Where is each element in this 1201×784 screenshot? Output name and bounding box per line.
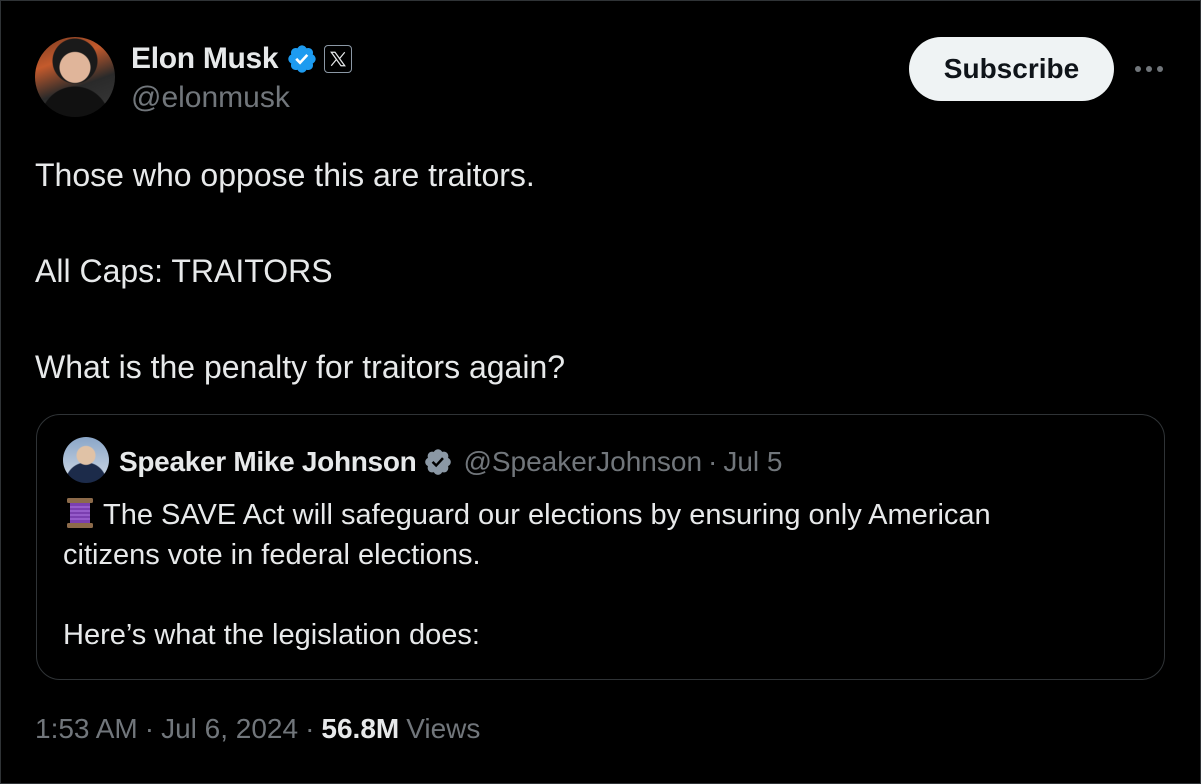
views-label: Views (406, 713, 481, 744)
quoted-tweet-text: The SAVE Act will safeguard our election… (63, 495, 1123, 655)
tweet-meta: 1:53 AM · Jul 6, 2024 · 56.8M Views (35, 713, 480, 745)
tweet-card: Elon Musk @elonmusk Subscribe Those who … (0, 0, 1201, 784)
author-handle[interactable]: @elonmusk (131, 81, 290, 115)
tweet-line: Those who oppose this are traitors. (35, 157, 535, 193)
author-display-name[interactable]: Elon Musk (131, 42, 279, 76)
thread-spool-icon (67, 498, 93, 528)
tweet-line: What is the penalty for traitors again? (35, 349, 566, 385)
x-logo-icon[interactable] (324, 45, 353, 73)
verified-badge-icon (425, 449, 452, 475)
views-count[interactable]: 56.8M (321, 713, 399, 745)
quoted-tweet-line: The SAVE Act will safeguard our election… (103, 499, 991, 531)
tweet-text: Those who oppose this are traitors. All … (35, 151, 1165, 391)
separator-dot: · (144, 713, 155, 744)
quoted-tweet-line: Here’s what the legislation does: (63, 619, 480, 651)
quoted-author-display-name: Speaker Mike Johnson (119, 446, 417, 477)
quoted-author-avatar (63, 437, 109, 483)
author-avatar[interactable] (35, 37, 115, 117)
separator-dot: · (305, 713, 315, 744)
quoted-tweet-date: Jul 5 (723, 446, 783, 477)
tweet-time[interactable]: 1:53 AM (35, 713, 138, 745)
more-options-icon[interactable] (1129, 51, 1169, 87)
verified-badge-icon[interactable] (286, 43, 318, 75)
quoted-tweet-line: citizens vote in federal elections. (63, 539, 481, 571)
separator-dot: · (708, 446, 718, 477)
tweet-line: All Caps: TRAITORS (35, 253, 333, 289)
subscribe-button[interactable]: Subscribe (909, 37, 1114, 101)
quoted-tweet-header: Speaker Mike Johnson @SpeakerJohnson · J… (119, 445, 783, 479)
author-name-row: Elon Musk (131, 41, 353, 77)
tweet-date[interactable]: Jul 6, 2024 (161, 713, 298, 745)
quoted-tweet[interactable]: Speaker Mike Johnson @SpeakerJohnson · J… (36, 414, 1165, 680)
quoted-author-handle: @SpeakerJohnson (463, 446, 703, 477)
